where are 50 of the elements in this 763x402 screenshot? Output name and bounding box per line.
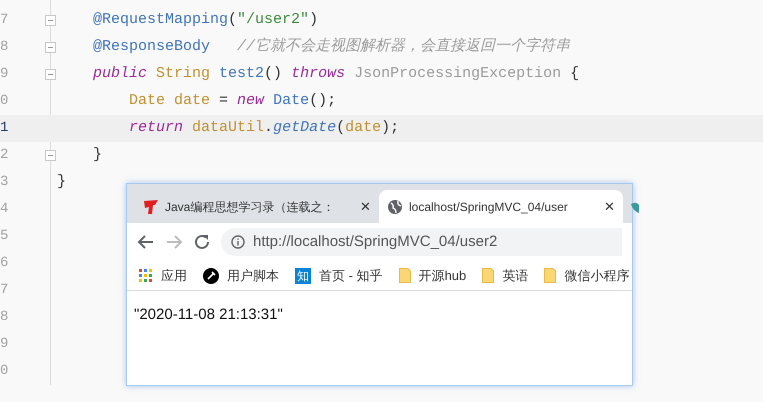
line-number: 0	[0, 362, 10, 381]
code-line: @ResponseBody //它就不会走视图解析器，会直接返回一个字符串	[92, 36, 570, 58]
line-number: 1	[0, 119, 10, 138]
tab-title: localhost/SpringMVC_04/user	[409, 198, 568, 216]
line-number: 3	[0, 173, 10, 192]
code-line: public String test2() throws JsonProcessingException {	[92, 64, 580, 84]
bookmark-link[interactable]: 用户脚本	[227, 266, 279, 286]
line-number: 7	[0, 281, 10, 300]
browser-tab[interactable]: Java编程思想学习录（连载之： ✕	[135, 190, 379, 223]
code-line: Date date = new Date();	[128, 91, 336, 112]
code-line: return dataUtil.getDate(date);	[128, 118, 400, 138]
bookmark-link[interactable]: 微信小程序	[564, 266, 630, 286]
line-number: 8	[0, 38, 10, 57]
globe-icon	[387, 198, 403, 214]
line-number: 4	[0, 200, 10, 219]
code-line: @RequestMapping("/user2")	[92, 10, 318, 30]
line-number: 0	[0, 92, 10, 111]
bookmark-link[interactable]: 首页 - 知乎	[319, 266, 383, 286]
browser-tab[interactable]: localhost/SpringMVC_04/user ✕	[379, 190, 623, 223]
tab-close-button[interactable]: ✕	[604, 196, 615, 216]
tab-title: Java编程思想学习录（连载之：	[165, 198, 334, 216]
response-text: "2020-11-08 21:13:31"	[134, 306, 283, 323]
line-number: 9	[0, 65, 10, 84]
reload-icon[interactable]	[193, 233, 211, 251]
url-text: http://localhost/SpringMVC_04/user2	[253, 232, 498, 252]
line-number: 9	[0, 335, 10, 354]
fold-marker-icon[interactable]	[45, 42, 56, 53]
folder-icon	[544, 268, 556, 283]
line-number: 5	[0, 227, 10, 246]
line-number: 8	[0, 308, 10, 327]
bookmark-link[interactable]: 英语	[502, 266, 528, 286]
line-number: 2	[0, 146, 10, 165]
bookmark-link[interactable]: 开源hub	[418, 266, 466, 286]
info-icon	[231, 235, 245, 249]
fold-marker-icon[interactable]	[45, 150, 56, 161]
tab-close-button[interactable]: ✕	[360, 196, 371, 216]
apps-grid-icon	[139, 268, 153, 282]
folder-icon	[398, 268, 411, 283]
tab-favicon-icon	[629, 200, 639, 212]
line-number: 7	[0, 11, 10, 30]
code-line: }	[57, 172, 66, 192]
address-bar[interactable]: http://localhost/SpringMVC_04/user2	[221, 228, 622, 256]
code-line: }	[92, 145, 102, 166]
zhihu-logo-icon: 知	[295, 268, 311, 284]
fold-marker-icon[interactable]	[45, 15, 56, 26]
folder-icon	[482, 268, 494, 283]
back-arrow-icon[interactable]	[137, 233, 155, 251]
line-number: 6	[0, 254, 10, 273]
fold-marker-icon[interactable]	[45, 69, 56, 80]
bookmark-link[interactable]: 应用	[161, 266, 187, 286]
